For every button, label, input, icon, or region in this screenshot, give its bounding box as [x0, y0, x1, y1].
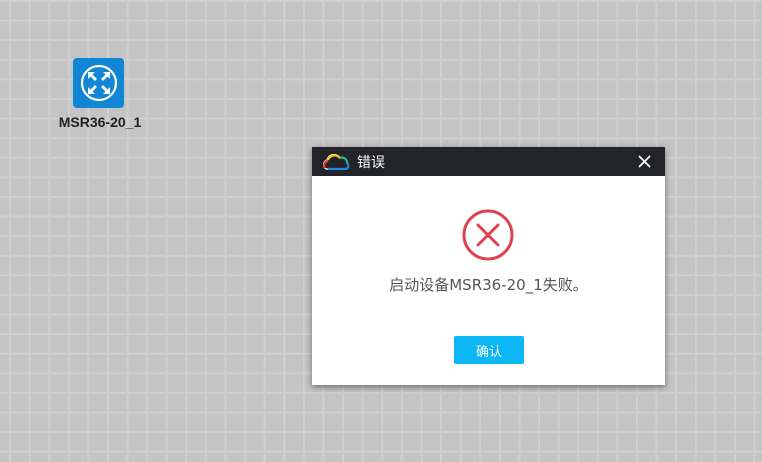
- confirm-button[interactable]: 确认: [454, 336, 524, 364]
- error-x-circle-icon: [462, 209, 514, 261]
- error-dialog: 错误 启动设备MSR36-20_1失败。 确认: [312, 147, 665, 385]
- dialog-title: 错误: [357, 155, 385, 171]
- close-icon[interactable]: [638, 155, 651, 168]
- router-arrows-icon[interactable]: [73, 58, 124, 108]
- dialog-message: 启动设备MSR36-20_1失败。: [389, 276, 588, 294]
- dialog-titlebar[interactable]: 错误: [312, 147, 665, 176]
- cloud-logo-icon: [323, 154, 350, 170]
- device-label: MSR36-20_1: [58, 114, 142, 130]
